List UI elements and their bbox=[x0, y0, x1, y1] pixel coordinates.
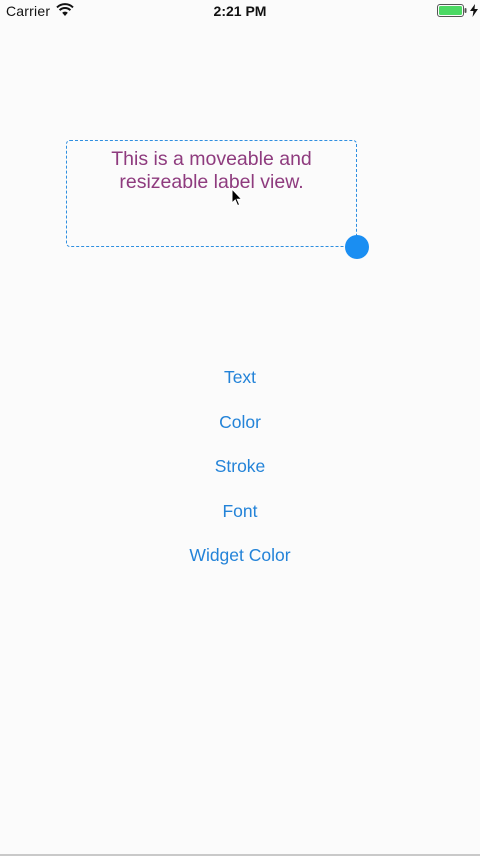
charging-icon bbox=[470, 4, 478, 17]
status-time: 2:21 PM bbox=[213, 3, 267, 19]
battery-icon bbox=[437, 4, 467, 17]
widget-color-button[interactable]: Widget Color bbox=[140, 533, 340, 578]
label-view[interactable]: This is a moveable and resizeable label … bbox=[66, 140, 357, 247]
status-bar: Carrier 2:21 PM bbox=[0, 0, 480, 22]
action-menu: Text Color Stroke Font Widget Color bbox=[0, 355, 480, 578]
text-button[interactable]: Text bbox=[140, 355, 340, 400]
label-text[interactable]: This is a moveable and resizeable label … bbox=[67, 148, 356, 194]
resize-handle[interactable] bbox=[345, 235, 369, 259]
color-button[interactable]: Color bbox=[140, 400, 340, 445]
stroke-button[interactable]: Stroke bbox=[140, 444, 340, 489]
cursor-icon bbox=[231, 188, 243, 207]
font-button[interactable]: Font bbox=[140, 489, 340, 534]
app-screen: Carrier 2:21 PM This is a moveable and r… bbox=[0, 0, 480, 856]
